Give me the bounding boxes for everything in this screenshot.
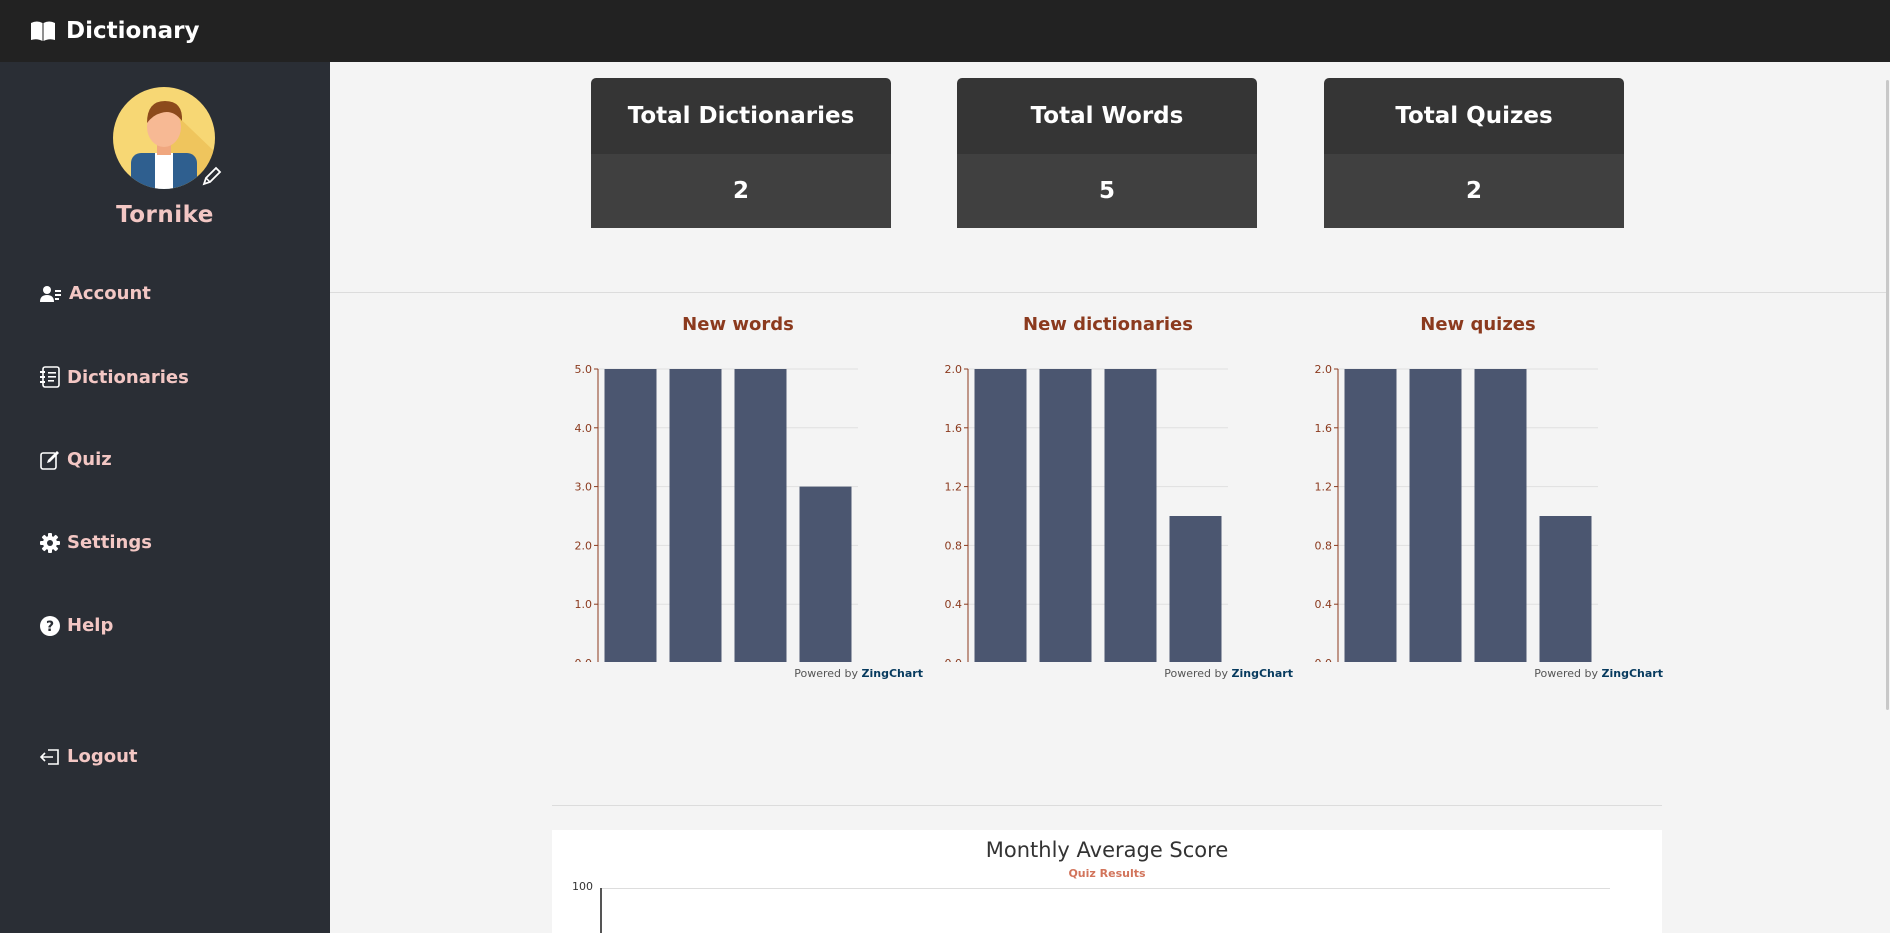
bar (1169, 516, 1222, 662)
brand[interactable]: Dictionary (30, 18, 200, 44)
bar (734, 369, 787, 662)
zingchart-link[interactable]: ZingChart (862, 667, 923, 680)
chart-title: New dictionaries (1023, 314, 1193, 335)
book-icon (31, 21, 55, 41)
powered-by[interactable]: Powered by ZingChart (1534, 667, 1663, 680)
stat-title: Total Quizes (1324, 78, 1624, 154)
stat-title: Total Words (957, 78, 1257, 154)
stat-value: 2 (591, 154, 891, 228)
stat-card-words: Total Words 5 (957, 78, 1257, 228)
y-tick-label: 1.0 (575, 598, 593, 611)
y-axis (600, 888, 602, 933)
chart-title: Monthly Average Score (985, 838, 1229, 862)
gear-icon (40, 532, 60, 553)
bar (1104, 369, 1157, 662)
bar-chart: 0.00.40.81.21.62.0YearMonthWeekDay (1315, 363, 1598, 662)
stat-title: Total Dictionaries (591, 78, 891, 154)
chart-title: New quizes (1420, 314, 1536, 335)
sidebar-item-label: Settings (67, 532, 152, 553)
bar (1474, 369, 1527, 662)
y-tick-label: 0.0 (575, 657, 593, 662)
sidebar-item-dictionaries[interactable]: Dictionaries (40, 366, 189, 388)
sidebar-item-label: Quiz (67, 449, 112, 470)
dictionaries-icon (40, 366, 60, 388)
sidebar-item-quiz[interactable]: Quiz (40, 449, 112, 470)
bar (1344, 369, 1397, 662)
app-title: Dictionary (66, 18, 200, 44)
sidebar-item-account[interactable]: Account (40, 283, 151, 304)
y-tick-label: 1.6 (1315, 422, 1333, 435)
powered-by[interactable]: Powered by ZingChart (794, 667, 923, 680)
stat-value: 5 (957, 154, 1257, 228)
sidebar-item-label: Dictionaries (67, 366, 189, 388)
y-tick-label: 0.8 (1315, 539, 1333, 552)
y-tick-label: 1.6 (945, 422, 963, 435)
sidebar-item-label: Help (67, 615, 114, 636)
sidebar: Tornike Account Dictionaries Quiz Settin… (0, 62, 330, 933)
sidebar-item-label: Logout (67, 746, 138, 767)
stat-value: 2 (1324, 154, 1624, 228)
logout-icon (40, 748, 59, 765)
bar (799, 486, 852, 662)
bar (1539, 516, 1592, 662)
stat-card-dictionaries: Total Dictionaries 2 (591, 78, 891, 228)
sidebar-item-logout[interactable]: Logout (40, 746, 138, 767)
bar (1039, 369, 1092, 662)
zingchart-link[interactable]: ZingChart (1602, 667, 1663, 680)
y-tick-label: 2.0 (575, 539, 593, 552)
divider (552, 805, 1662, 806)
y-tick-label: 2.0 (1315, 363, 1333, 376)
user-name: Tornike (116, 202, 214, 228)
y-tick-label: 0.0 (945, 657, 963, 662)
main-content: Total Dictionaries 2 Total Words 5 Total… (330, 62, 1890, 933)
account-icon (40, 285, 61, 302)
y-tick-label: 2.0 (945, 363, 963, 376)
divider (330, 292, 1886, 293)
y-tick-label: 1.2 (945, 481, 963, 494)
bar-chart: 0.00.40.81.21.62.0YearMonthWeekDay (945, 363, 1228, 662)
chart-title: New words (682, 314, 794, 335)
svg-text:?: ? (46, 619, 54, 635)
y-tick-label: 0.8 (945, 539, 963, 552)
sidebar-item-label: Account (69, 283, 151, 304)
grid-line (600, 888, 1610, 889)
bar (669, 369, 722, 662)
scrollbar[interactable] (1886, 80, 1889, 710)
powered-by[interactable]: Powered by ZingChart (1164, 667, 1293, 680)
bar (604, 369, 657, 662)
y-tick-label: 0.4 (1315, 598, 1333, 611)
y-tick-label: 4.0 (575, 422, 593, 435)
y-tick-label: 3.0 (575, 481, 593, 494)
monthly-average-panel: Monthly Average Score Quiz Results 100 (552, 830, 1662, 933)
sidebar-item-settings[interactable]: Settings (40, 532, 152, 553)
zingchart-link[interactable]: ZingChart (1232, 667, 1293, 680)
chart-new-words: 0.01.02.03.04.05.0YearMonthWeekDay New w… (553, 302, 924, 702)
bar-chart: 0.01.02.03.04.05.0YearMonthWeekDay (575, 363, 858, 662)
top-bar: Dictionary (0, 0, 1890, 62)
y-tick-label: 100 (572, 880, 593, 893)
chart-subtitle: Quiz Results (1068, 867, 1146, 880)
chart-new-quizes: 0.00.40.81.21.62.0YearMonthWeekDay New q… (1293, 302, 1664, 702)
help-icon: ? (40, 615, 60, 636)
sidebar-item-help[interactable]: ? Help (40, 615, 113, 636)
quiz-icon (40, 450, 59, 470)
chart-new-dictionaries: 0.00.40.81.21.62.0YearMonthWeekDay New d… (923, 302, 1294, 702)
y-tick-label: 0.4 (945, 598, 963, 611)
y-tick-label: 1.2 (1315, 481, 1333, 494)
stat-card-quizes: Total Quizes 2 (1324, 78, 1624, 228)
bar (1409, 369, 1462, 662)
bar (974, 369, 1027, 662)
y-tick-label: 0.0 (1315, 657, 1333, 662)
edit-avatar-icon[interactable] (200, 164, 224, 188)
y-tick-label: 5.0 (575, 363, 593, 376)
